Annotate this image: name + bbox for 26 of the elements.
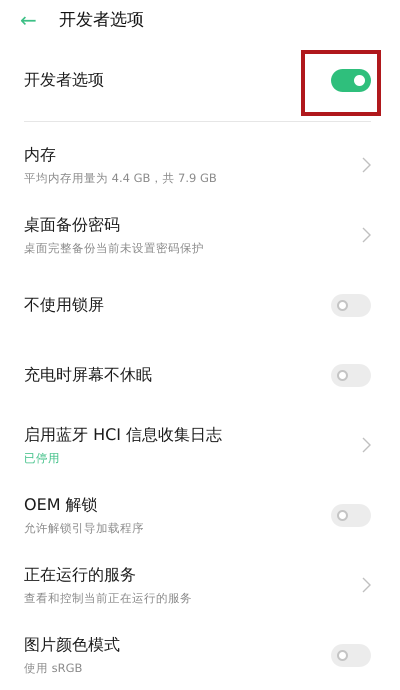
toggle-switch[interactable] [331,68,371,92]
setting-label: 不使用锁屏 [24,294,104,316]
toggle-switch[interactable] [331,294,371,316]
chevron-icon [362,437,371,453]
setting-label: 桌面备份密码 [24,214,121,236]
toggle-switch[interactable] [331,364,371,386]
toggle-switch[interactable] [331,504,371,526]
setting-label: 图片颜色模式 [24,634,120,656]
setting-description: 使用 sRGB [24,660,84,676]
chevron-icon [362,157,371,173]
setting-label: 开发者选项 [24,70,104,91]
setting-label: OEM 解锁 [24,494,99,516]
toggle-switch[interactable] [331,644,371,666]
setting-description: 桌面完整备份当前未设置密码保护 [24,240,204,256]
setting-description: 允许解锁引导加载程序 [24,520,144,536]
chevron-icon [362,227,371,243]
setting-description: 已停用 [24,450,61,466]
setting-label: 充电时屏幕不休眠 [24,364,152,386]
setting-label: 启用蓝牙 HCI 信息收集日志 [24,424,222,446]
setting-label: 正在运行的服务 [24,564,137,586]
page-title: 开发者选项 [58,9,144,32]
chevron-icon [362,577,371,593]
back-button[interactable]: ← [20,8,37,32]
setting-description: 查看和控制当前正在运行的服务 [24,590,192,606]
setting-description: 平均内存用量为 4.4 GB，共 7.9 GB [24,170,217,186]
setting-label: 内存 [24,144,57,166]
